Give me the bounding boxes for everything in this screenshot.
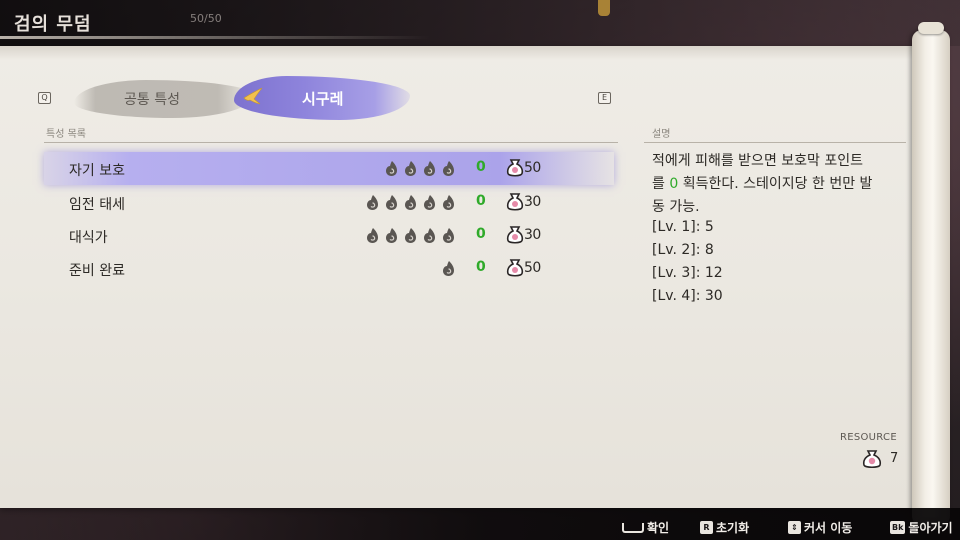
soul-drop-icon <box>367 228 378 243</box>
pouch-icon <box>506 193 524 211</box>
trait-cost-icons <box>365 194 456 212</box>
trait-price: 50 <box>524 160 541 176</box>
hint-back[interactable]: Bk 돌아가기 <box>890 519 953 536</box>
hint-confirm[interactable]: 확인 <box>622 519 669 536</box>
trait-name: 자기 보호 <box>69 163 125 179</box>
soul-drop-icon <box>386 228 397 243</box>
tab-label: 공통 특성 <box>124 92 180 108</box>
scroll-roller-cap-top <box>918 22 944 34</box>
soul-drop-icon <box>443 161 454 176</box>
trait-name: 대식가 <box>69 230 108 246</box>
soul-drop-icon <box>405 195 416 210</box>
soul-drop-icon <box>424 161 435 176</box>
tab-label-active: 시구레 <box>302 90 344 108</box>
scroll-roller <box>912 30 950 526</box>
soul-drop-icon <box>443 228 454 243</box>
description-value: 0 <box>669 176 679 192</box>
level-1-value: [Lv. 1]: 5 <box>652 219 714 235</box>
soul-drop-icon <box>386 195 397 210</box>
updown-key-icon: ⇕ <box>788 521 801 534</box>
description-line-2: 를 0 획득한다. 스테이지당 한 번만 발 <box>652 176 873 192</box>
trait-row[interactable]: 임전 태세 0 30 <box>44 186 614 219</box>
level-4-value: [Lv. 4]: 30 <box>652 288 723 304</box>
stage-count: 50/50 <box>190 12 222 25</box>
next-tab-key[interactable]: E <box>598 92 611 104</box>
tab-shigure[interactable]: 시구레 <box>234 76 410 120</box>
description-divider <box>644 142 906 143</box>
description-text: 적에게 피해를 받으면 보호막 포인트 를 0 획득한다. 스테이지당 한 번만… <box>652 150 902 219</box>
pouch-icon <box>506 259 524 277</box>
soul-drop-icon <box>424 195 435 210</box>
soul-drop-icon <box>424 228 435 243</box>
hint-reset-label: 초기화 <box>716 521 750 535</box>
trait-cost-icons <box>441 260 456 278</box>
hint-back-label: 돌아가기 <box>908 521 953 535</box>
pouch-icon <box>506 159 524 177</box>
hint-cursor-move[interactable]: ⇕ 커서 이동 <box>788 519 852 536</box>
swallow-icon <box>243 87 263 105</box>
description-line-1: 적에게 피해를 받으면 보호막 포인트 <box>652 153 863 169</box>
hint-confirm-label: 확인 <box>647 521 670 535</box>
trait-level: 0 <box>476 226 486 242</box>
trait-row[interactable]: 대식가 0 30 <box>44 219 614 252</box>
trait-row[interactable]: 준비 완료 0 50 <box>44 252 614 285</box>
title-underline <box>0 36 430 39</box>
stage-title: 검의 무덤 <box>14 14 92 35</box>
resource-value: 7 <box>890 451 899 466</box>
soul-drop-icon <box>405 161 416 176</box>
level-3-value: [Lv. 3]: 12 <box>652 265 723 281</box>
hint-reset[interactable]: R 초기화 <box>700 519 749 536</box>
trait-list-divider <box>44 142 618 143</box>
top-bar <box>0 0 960 46</box>
trait-price: 30 <box>524 194 541 210</box>
r-key-icon: R <box>700 521 713 534</box>
trait-price: 50 <box>524 260 541 276</box>
trait-level: 0 <box>476 159 486 175</box>
hint-cursor-label: 커서 이동 <box>804 521 853 535</box>
lantern-icon <box>598 0 610 16</box>
trait-list-header: 특성 목록 <box>46 129 86 140</box>
trait-level: 0 <box>476 193 486 209</box>
level-2-value: [Lv. 2]: 8 <box>652 242 714 258</box>
trait-name: 임전 태세 <box>69 197 125 213</box>
trait-cost-icons <box>384 160 456 178</box>
space-key-icon <box>622 522 644 533</box>
trait-cost-icons <box>365 227 456 245</box>
trait-level: 0 <box>476 259 486 275</box>
soul-drop-icon <box>443 261 454 276</box>
resource-label: RESOURCE <box>840 432 897 443</box>
soul-drop-icon <box>405 228 416 243</box>
pouch-icon <box>862 450 882 469</box>
tab-common-traits[interactable]: 공통 특성 <box>74 80 254 118</box>
trait-row[interactable]: 자기 보호 0 50 <box>44 152 614 185</box>
level-values: [Lv. 1]: 5 [Lv. 2]: 8 [Lv. 3]: 12 [Lv. 4… <box>652 216 723 308</box>
backspace-key-icon: Bk <box>890 521 906 534</box>
scroll-top-edge <box>0 46 922 60</box>
soul-drop-icon <box>386 161 397 176</box>
description-header: 설명 <box>652 129 671 140</box>
soul-drop-icon <box>443 195 454 210</box>
trait-name: 준비 완료 <box>69 263 125 279</box>
trait-price: 30 <box>524 227 541 243</box>
pouch-icon <box>506 226 524 244</box>
soul-drop-icon <box>367 195 378 210</box>
prev-tab-key[interactable]: Q <box>38 92 51 104</box>
